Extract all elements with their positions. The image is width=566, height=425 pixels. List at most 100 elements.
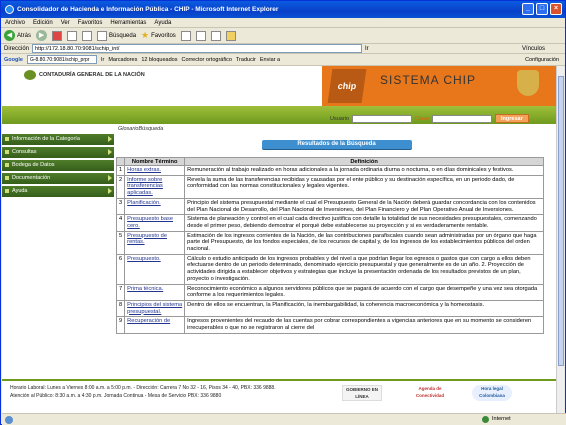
contaduria-logo-icon — [24, 70, 36, 80]
conectividad-logo[interactable]: Agenda de Conectividad — [410, 385, 450, 401]
breadcrumb: GlosarioBúsqueda — [118, 126, 164, 132]
sidebar-item-label: Ayuda — [12, 188, 28, 194]
term-link[interactable]: Informe sobre transferencias aplicadas. — [124, 174, 186, 199]
vertical-scrollbar[interactable] — [556, 66, 564, 413]
term-link[interactable]: Principios del sistema presupuestal. — [124, 299, 186, 318]
row-number: 5 — [115, 230, 126, 255]
site-footer: Horario Laboral: Lunes a Viernes 8:00 a.… — [2, 379, 557, 413]
chip-logo: chip — [327, 69, 367, 103]
sidebar-item-documentacion[interactable]: Documentación — [2, 173, 114, 184]
login-form: Usuario Clave Ingresar — [330, 114, 529, 123]
bookmarks-button[interactable]: Marcadores — [108, 57, 137, 63]
login-button[interactable]: Ingresar — [495, 114, 529, 123]
gobierno-en-linea-logo[interactable]: GOBIERNO EN LÍNEA — [342, 385, 382, 401]
favorites-button[interactable]: ★ Favoritos — [141, 30, 176, 42]
menu-ver[interactable]: Ver — [61, 18, 70, 27]
sidebar-item-informacion[interactable]: Información de la Categoría — [2, 134, 114, 145]
toolbar: ◀ Atrás ▶ Búsqueda ★ Favoritos — [1, 28, 565, 44]
row-number: 1 — [115, 165, 126, 176]
page-viewport: CONTADURÍA GENERAL DE LA NACIÓN chip SIS… — [2, 66, 557, 413]
stop-icon — [52, 30, 63, 41]
star-icon: ★ — [141, 30, 150, 40]
sidebar-item-label: Consultas — [12, 149, 37, 155]
home-button[interactable] — [82, 30, 93, 42]
term-link[interactable]: Presupuesto de rentas. — [124, 230, 186, 255]
footer-attention: Atención al Público: 8:30 a.m. a 4:30 p.… — [10, 393, 222, 399]
user-input[interactable] — [351, 114, 412, 123]
browser-window: Consolidador de Hacienda e Información P… — [0, 0, 566, 425]
menu-archivo[interactable]: Archivo — [5, 18, 25, 27]
sidebar-item-consultas[interactable]: Consultas — [2, 147, 114, 158]
go-button[interactable]: Ir — [365, 46, 369, 52]
column-header-number — [115, 157, 126, 166]
close-button[interactable]: × — [550, 3, 562, 15]
search-button[interactable]: Búsqueda — [97, 30, 136, 42]
history-button[interactable] — [180, 30, 191, 42]
table-row: 4 Presupuesto base cero. Sistema de planea… — [115, 214, 544, 232]
menu-ayuda[interactable]: Ayuda — [154, 18, 171, 27]
term-definition: Estimación de los ingresos corrientes de… — [184, 230, 544, 255]
term-definition: Reconocimiento económico a algunos servi… — [184, 283, 544, 301]
refresh-button[interactable] — [67, 30, 78, 42]
print-button[interactable] — [210, 30, 221, 42]
translate-button[interactable]: Traducir — [236, 57, 256, 63]
term-link[interactable]: Prima técnica. — [124, 283, 186, 301]
settings-button[interactable]: Configuración — [525, 57, 559, 63]
menu-edicion[interactable]: Edición — [33, 18, 53, 27]
sidebar-item-bodega[interactable]: Bodega de Datos — [2, 160, 114, 171]
row-number: 6 — [115, 253, 126, 285]
glossary-table: Nombre Término Definición 1 Horas extras.… — [115, 157, 544, 334]
home-icon — [82, 30, 93, 41]
mail-button[interactable] — [195, 30, 206, 42]
address-input[interactable]: http://172.18.80.70:9081/schip_int/ — [32, 44, 363, 53]
term-definition: Principio del sistema presupuestal media… — [184, 197, 544, 216]
chevron-right-icon — [108, 175, 112, 181]
folder-icon — [225, 30, 236, 41]
term-link[interactable]: Presupuesto. — [124, 253, 186, 285]
stop-button[interactable] — [52, 30, 63, 42]
google-logo: Google — [4, 56, 23, 63]
sidebar: Información de la Categoría Consultas Bo… — [2, 124, 114, 413]
chevron-right-icon — [108, 136, 112, 142]
google-toolbar: Google G-8.80.70:9081/schip_prpr Ir Marc… — [1, 54, 565, 66]
term-link[interactable]: Recuperación de — [124, 316, 186, 334]
table-row: 6 Presupuesto. Cálculo o estudio anticipad… — [115, 253, 544, 285]
table-row: 7 Prima técnica. Reconocimiento económico … — [115, 283, 544, 301]
table-row: 8 Principios del sistema presupuestal. Den… — [115, 299, 544, 318]
popup-blocked-button[interactable]: 12 bloqueados — [141, 57, 177, 63]
term-link[interactable]: Planificación. — [124, 197, 186, 216]
term-definition: Dentro de ellos se encuentran, la Planif… — [184, 299, 544, 318]
maximize-button[interactable]: □ — [536, 3, 548, 15]
scrollbar-thumb[interactable] — [558, 76, 564, 366]
address-bar: Dirección http://172.18.80.70:9081/schip… — [1, 44, 565, 54]
menu-favoritos[interactable]: Favoritos — [78, 18, 103, 27]
back-button[interactable]: ◀ Atrás — [4, 30, 31, 42]
password-input[interactable] — [432, 114, 493, 123]
favorites-label: Favoritos — [151, 32, 176, 39]
links-label[interactable]: Vínculos — [522, 46, 545, 52]
menu-herramientas[interactable]: Herramientas — [110, 18, 146, 27]
sidebar-item-label: Bodega de Datos — [12, 162, 55, 168]
term-link[interactable]: Presupuesto base cero. — [124, 214, 186, 232]
password-label: Clave — [414, 115, 430, 122]
ie-icon — [5, 5, 14, 14]
forward-button[interactable]: ▶ — [36, 30, 48, 42]
google-go-button[interactable]: Ir — [101, 57, 104, 63]
table-row: 1 Horas extras. Remuneración al trabajo re… — [115, 165, 544, 176]
status-bar: Internet — [2, 413, 566, 425]
forward-arrow-icon: ▶ — [36, 30, 48, 41]
folder-button[interactable] — [225, 30, 236, 42]
term-link[interactable]: Horas extras. — [124, 165, 186, 176]
page-loaded-icon — [5, 416, 13, 424]
row-number: 8 — [115, 299, 126, 318]
term-definition: Revela la suma de las transferencias rec… — [184, 174, 544, 199]
send-to-button[interactable]: Enviar a — [260, 57, 280, 63]
footer-hours: Horario Laboral: Lunes a Viernes 8:00 a.… — [10, 385, 276, 391]
sidebar-item-ayuda[interactable]: Ayuda — [2, 186, 114, 197]
refresh-icon — [67, 30, 78, 41]
spellcheck-button[interactable]: Corrector ortográfico — [181, 57, 231, 63]
window-title: Consolidador de Hacienda e Información P… — [17, 6, 279, 13]
google-search-input[interactable]: G-8.80.70:9081/schip_prpr — [26, 55, 97, 64]
minimize-button[interactable]: _ — [522, 3, 534, 15]
hora-legal-logo[interactable]: Hora legal Colombiana — [472, 385, 512, 401]
